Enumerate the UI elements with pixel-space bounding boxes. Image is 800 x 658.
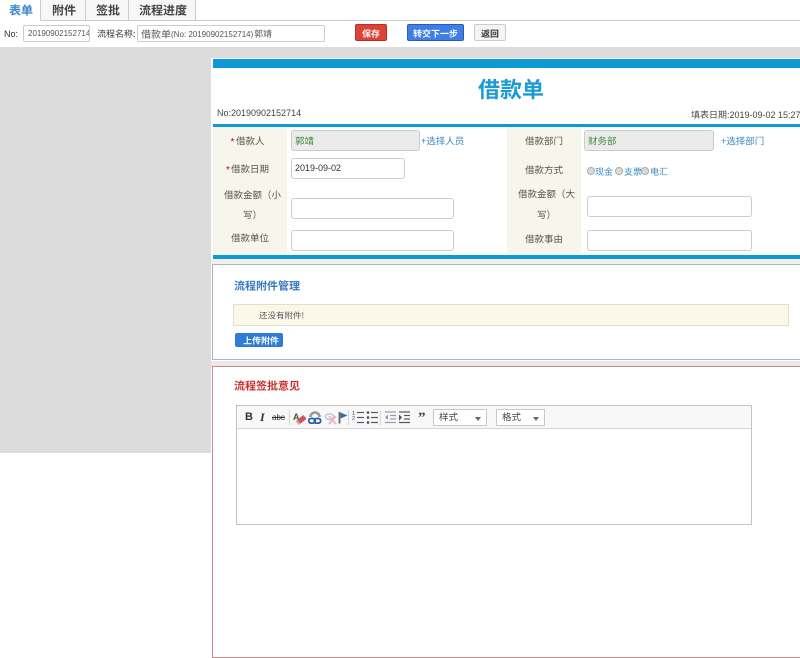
svg-text:2: 2 [352,416,355,422]
